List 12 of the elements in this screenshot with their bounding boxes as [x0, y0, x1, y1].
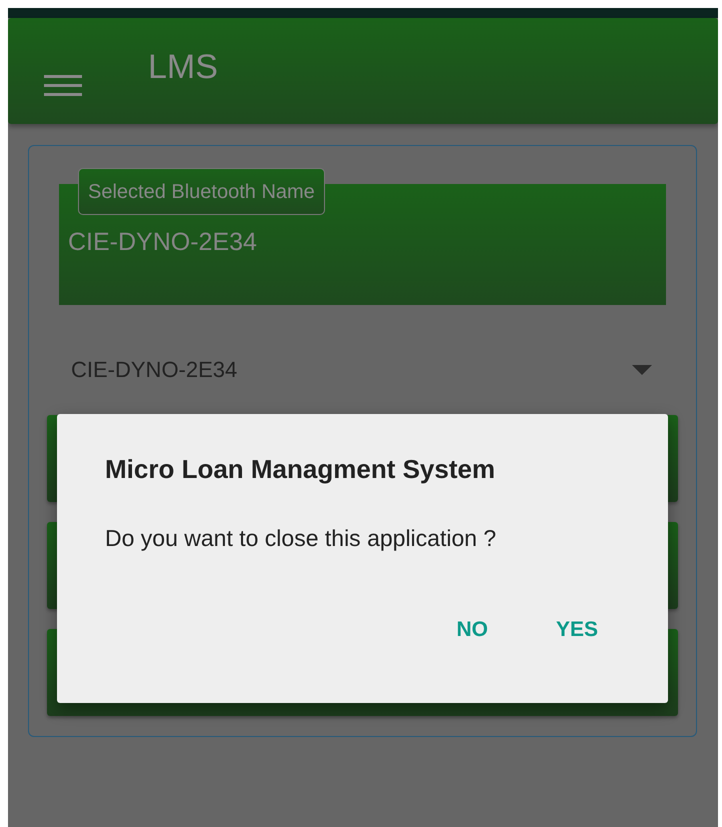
- field-value: CIE-DYNO-2E34: [68, 228, 257, 256]
- dropdown-caret-icon: [632, 365, 652, 375]
- dialog-message: Do you want to close this application ?: [105, 525, 498, 552]
- dialog-title: Micro Loan Managment System: [105, 454, 496, 485]
- menu-button[interactable]: [44, 75, 82, 97]
- app-title: LMS: [148, 48, 218, 86]
- menu-icon: [44, 75, 82, 97]
- dialog-button[interactable]: YES: [542, 614, 612, 646]
- bluetooth-name-field[interactable]: Selected Bluetooth Name CIE-DYNO-2E34: [59, 168, 666, 305]
- dialog-button[interactable]: NO: [442, 614, 502, 646]
- device-dropdown[interactable]: CIE-DYNO-2E34: [71, 345, 652, 395]
- field-label: Selected Bluetooth Name: [78, 168, 325, 215]
